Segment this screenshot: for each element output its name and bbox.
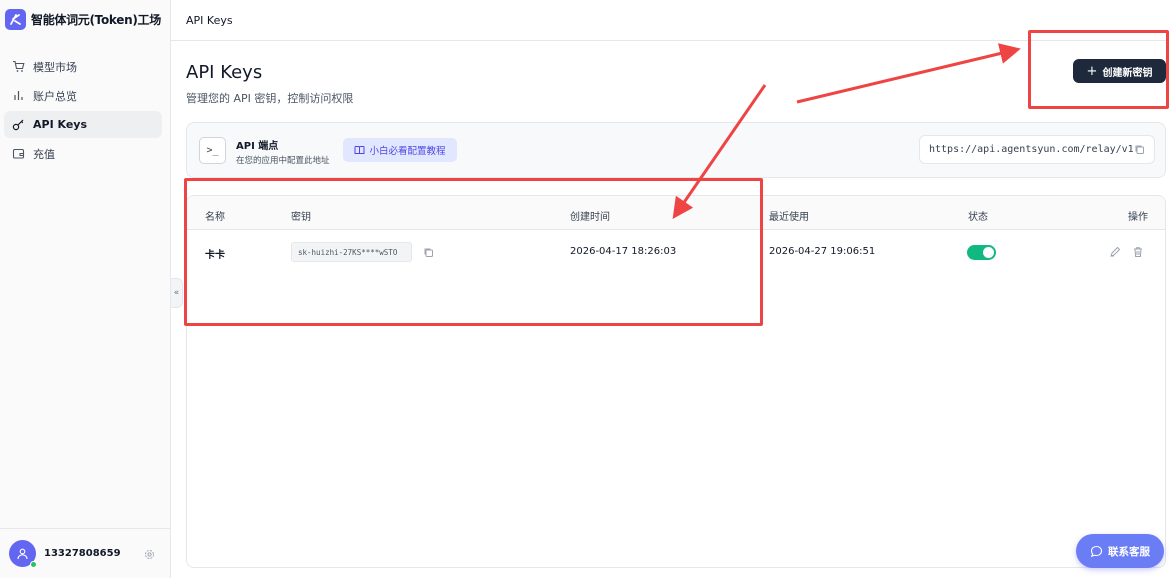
user-phone: 13327808659 [44, 548, 121, 559]
endpoint-url: https://api.agentsyun.com/relay/v1 [929, 144, 1134, 155]
terminal-icon: >_ [199, 137, 226, 164]
contact-support-label: 联系客服 [1108, 545, 1150, 558]
breadcrumb: API Keys [186, 14, 233, 27]
tutorial-label: 小白必看配置教程 [369, 146, 446, 157]
sidebar-item-label: 充值 [33, 147, 55, 161]
sidebar-item-api-keys[interactable]: API Keys [4, 111, 162, 138]
key-last-used-time: 2026-04-27 19:06:51 [769, 246, 876, 257]
online-status-dot [30, 561, 37, 568]
sidebar-item-label: API Keys [33, 118, 88, 131]
collapse-sidebar-button[interactable]: « [171, 278, 183, 308]
sidebar-item-recharge[interactable]: 充值 [4, 140, 162, 167]
sidebar-nav: 模型市场 账户总览 API Keys 充值 [4, 53, 162, 169]
sidebar-item-account-overview[interactable]: 账户总览 [4, 82, 162, 109]
endpoint-title: API 端点 [236, 141, 279, 152]
brand-name: 智能体词元(Token)工场 [31, 13, 161, 27]
gear-icon[interactable] [144, 549, 155, 563]
wallet-icon [11, 147, 25, 161]
sidebar-item-label: 模型市场 [33, 60, 77, 74]
copy-icon[interactable] [1134, 144, 1145, 158]
api-endpoint-card: >_ API 端点 在您的应用中配置此地址 小白必看配置教程 https://a… [186, 122, 1166, 178]
key-status-toggle[interactable] [967, 245, 996, 260]
delete-icon[interactable] [1132, 246, 1144, 261]
edit-icon[interactable] [1109, 246, 1121, 261]
annotation-box-create-button [1028, 30, 1169, 109]
page-subtitle: 管理您的 API 密钥，控制访问权限 [186, 92, 354, 105]
sidebar-item-model-market[interactable]: 模型市场 [4, 53, 162, 80]
annotation-arrow-to-create-button [796, 43, 1021, 104]
column-header-actions: 操作 [1128, 212, 1148, 223]
book-icon [354, 146, 365, 154]
sidebar: 智能体词元(Token)工场 模型市场 账户总览 API Keys 充值 133… [0, 0, 171, 578]
cart-icon [11, 60, 25, 74]
chat-bubble-icon [1090, 545, 1103, 557]
column-header-status: 状态 [968, 212, 988, 223]
contact-support-button[interactable]: 联系客服 [1076, 534, 1164, 568]
endpoint-description: 在您的应用中配置此地址 [236, 156, 330, 166]
endpoint-url-field[interactable]: https://api.agentsyun.com/relay/v1 [919, 135, 1155, 164]
brand[interactable]: 智能体词元(Token)工场 [5, 9, 161, 30]
toggle-knob [983, 247, 994, 258]
annotation-box-key-row [184, 178, 763, 326]
tutorial-button[interactable]: 小白必看配置教程 [343, 138, 457, 162]
sidebar-item-label: 账户总览 [33, 89, 77, 103]
topbar: API Keys [171, 0, 1169, 41]
user-icon [17, 548, 28, 560]
bar-chart-icon [11, 89, 25, 103]
key-icon [11, 118, 25, 132]
page-title: API Keys [186, 62, 263, 83]
user-bar: 13327808659 [0, 528, 170, 578]
brand-logo-icon [5, 9, 26, 30]
avatar[interactable] [9, 540, 37, 568]
column-header-last-used: 最近使用 [769, 212, 809, 223]
